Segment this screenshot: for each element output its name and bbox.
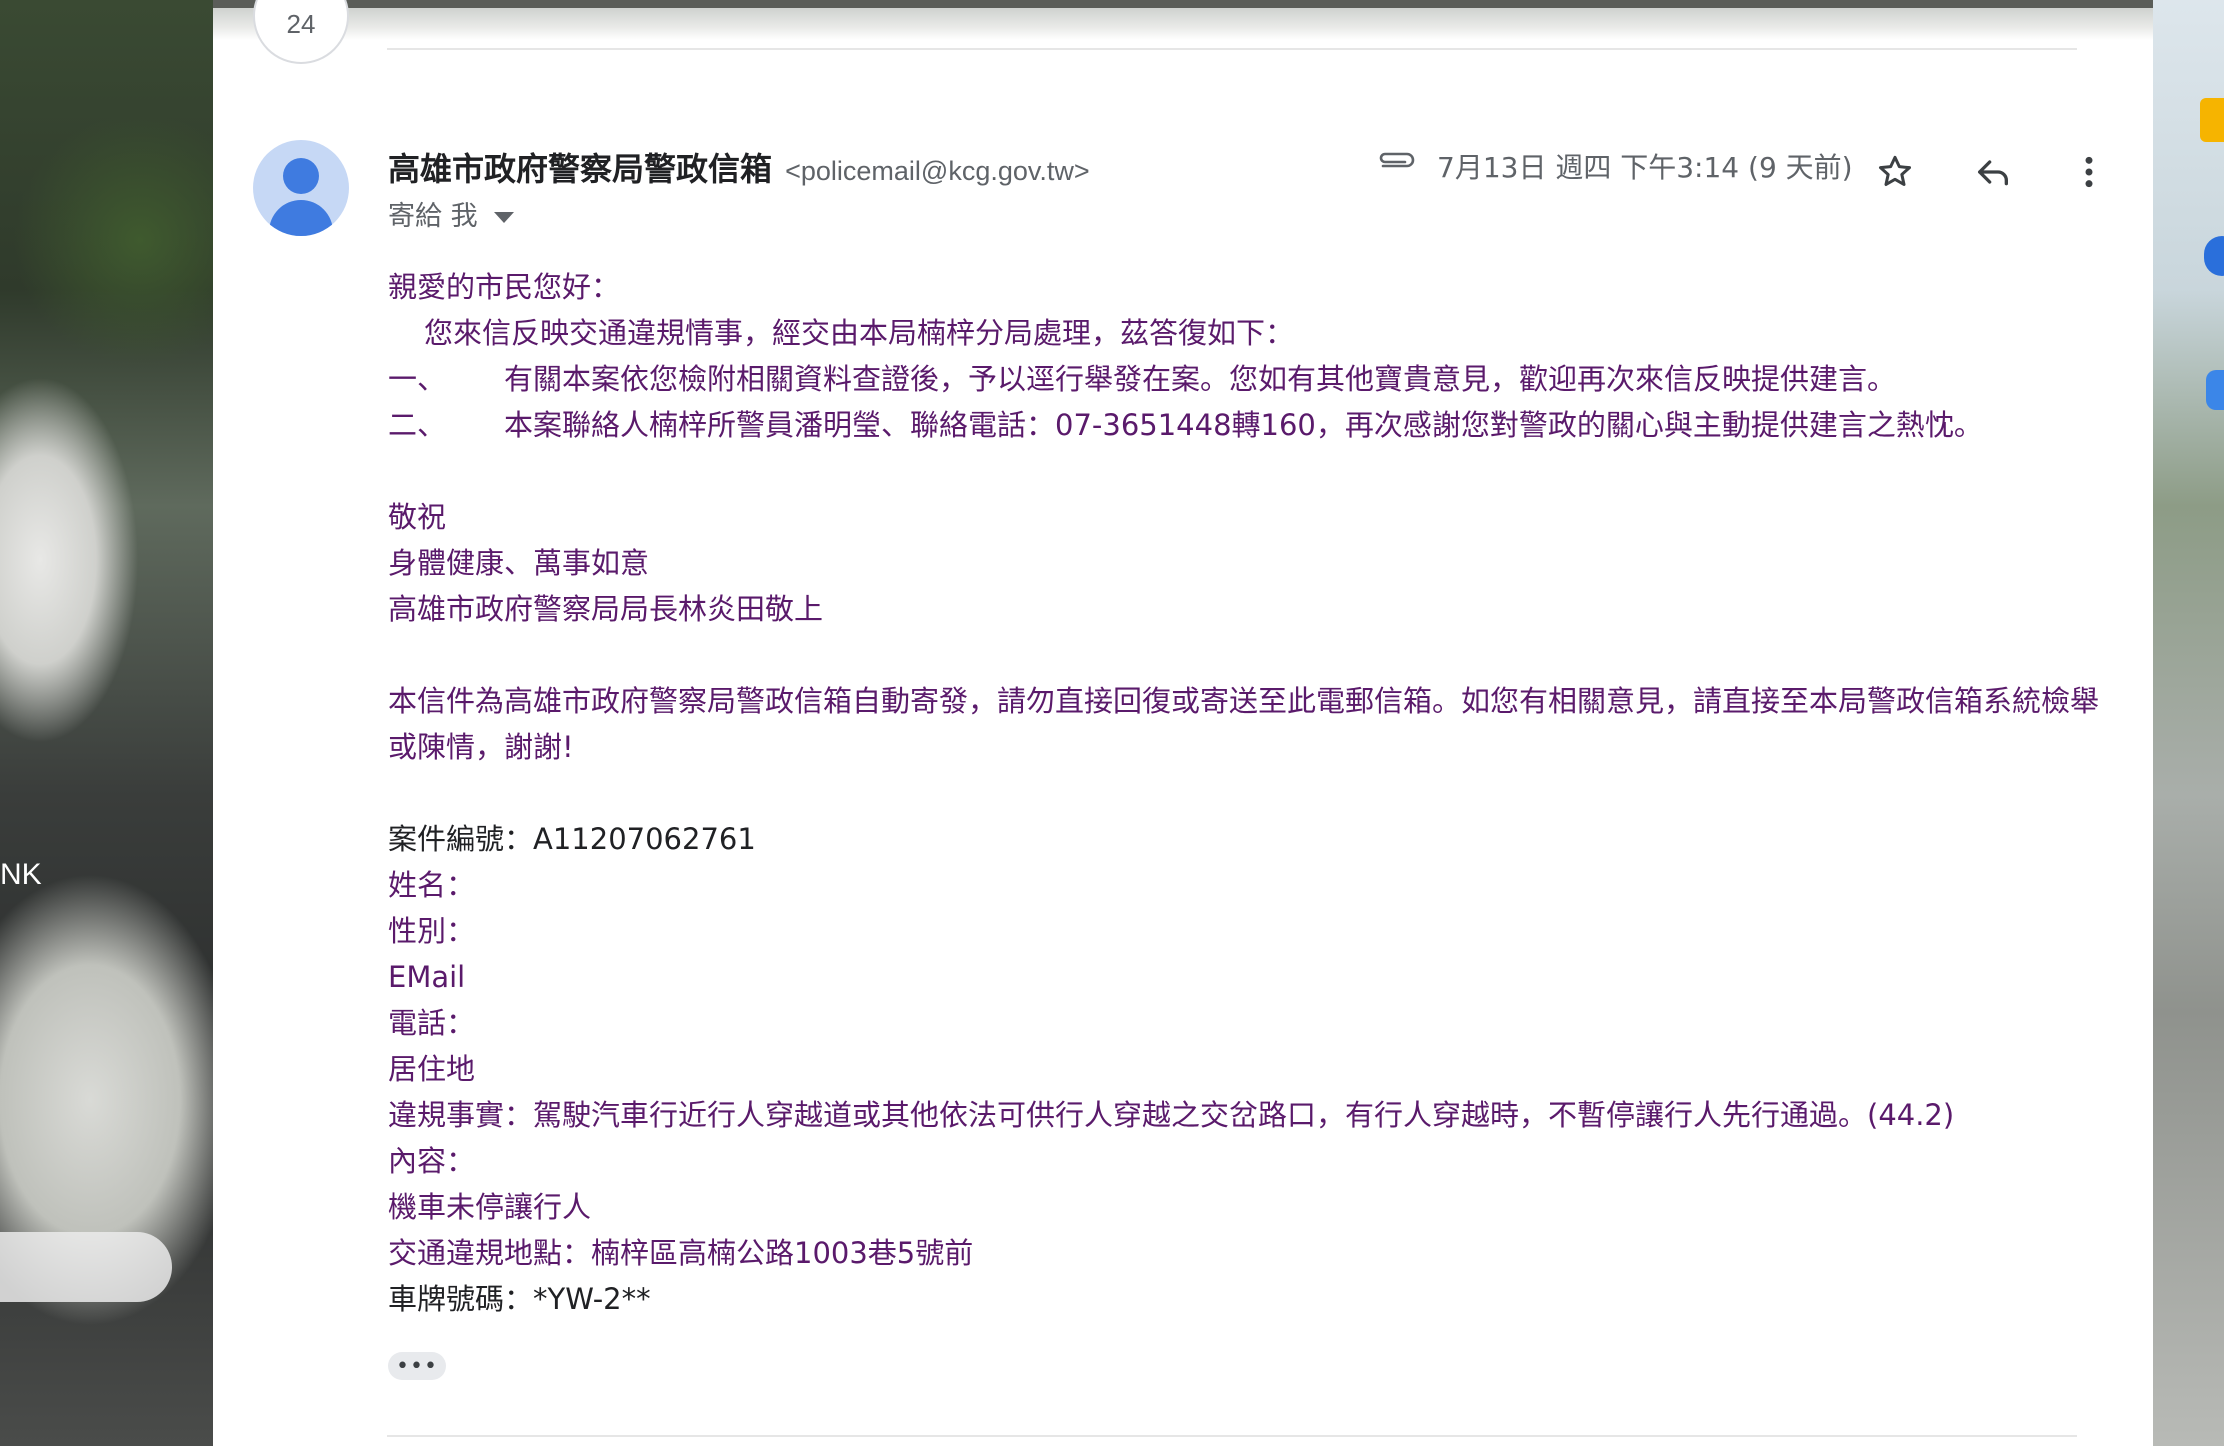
more-options-button[interactable] — [2059, 142, 2119, 202]
field-email: EMail — [388, 960, 466, 994]
side-app-icon-contacts[interactable] — [2206, 370, 2224, 410]
avatar-head — [283, 158, 319, 194]
field-name: 姓名： — [388, 868, 476, 902]
item-number: 一、 — [388, 362, 447, 396]
header-strip — [213, 8, 2153, 40]
field-location: 交通違規地點：楠梓區高楠公路1003巷5號前 — [388, 1236, 974, 1270]
auto-notice: 本信件為高雄市政府警察局警政信箱自動寄發，請勿直接回復或寄送至此電郵信箱。如您有… — [388, 684, 2100, 764]
show-trimmed-content-button[interactable]: ••• — [388, 1352, 446, 1380]
intro: 您來信反映交通違規情事，經交由本局楠梓分局處理，茲答復如下： — [424, 316, 1295, 350]
reply-item-2: 二、 本案聯絡人楠梓所警員潘明瑩、聯絡電話：07-3651448轉160，再次感謝… — [388, 402, 2108, 448]
chevron-down-icon[interactable] — [493, 212, 514, 223]
star-button[interactable] — [1865, 142, 1925, 202]
attachment-icon — [1375, 150, 1417, 176]
reply-icon — [1978, 160, 2008, 186]
background-photo-top — [213, 0, 2153, 8]
signature: 高雄市政府警察局局長林炎田敬上 — [388, 592, 824, 626]
more-vert-icon — [2085, 156, 2093, 188]
field-plate: 車牌號碼：*YW-2** — [388, 1282, 651, 1316]
side-app-icon-yellow[interactable] — [2200, 98, 2224, 142]
avatar-body — [269, 200, 333, 236]
email-date: 7月13日 週四 下午3:14 (9 天前) — [1437, 151, 1853, 184]
background-text: NK — [0, 858, 42, 891]
closing-line-1: 敬祝 — [388, 500, 447, 534]
star-icon — [1879, 155, 1911, 186]
closing-line-2: 身體健康、萬事如意 — [388, 546, 650, 580]
background-pill — [0, 1232, 172, 1302]
divider — [387, 1435, 2077, 1437]
message-count-badge[interactable]: 24 — [253, 0, 349, 64]
recipient-label: 寄給 我 — [388, 201, 478, 232]
field-gender: 性別： — [388, 914, 476, 948]
sender-line: 高雄市政府警察局警政信箱 <policemail@kcg.gov.tw> — [388, 144, 1090, 190]
field-content: 機車未停讓行人 — [388, 1190, 592, 1224]
field-phone: 電話： — [388, 1006, 476, 1040]
divider — [387, 48, 2077, 50]
item-number: 二、 — [388, 408, 447, 442]
reply-button[interactable] — [1963, 142, 2023, 202]
item-text: 有關本案依您檢附相關資料查證後，予以逕行舉發在案。您如有其他寶貴意見，歡迎再次來… — [504, 362, 1897, 396]
field-violation: 違規事實：駕駛汽車行近行人穿越道或其他依法可供行人穿越之交岔路口，有行人穿越時，… — [388, 1098, 1955, 1132]
sender-name[interactable]: 高雄市政府警察局警政信箱 — [388, 150, 772, 188]
background-photo-left — [0, 0, 213, 1446]
message-count: 24 — [286, 9, 316, 39]
background-photo-right — [2153, 0, 2224, 1446]
item-text: 本案聯絡人楠梓所警員潘明瑩、聯絡電話：07-3651448轉160，再次感謝您對… — [504, 408, 1983, 442]
sender-email: <policemail@kcg.gov.tw> — [785, 156, 1090, 186]
email-body: 親愛的市民您好： 您來信反映交通違規情事，經交由本局楠梓分局處理，茲答復如下： … — [388, 264, 2108, 1322]
sender-avatar[interactable] — [253, 140, 349, 236]
case-number: 案件編號：A11207062761 — [388, 822, 756, 856]
field-content-label: 內容： — [388, 1144, 476, 1178]
recipient-details-toggle[interactable]: 寄給 我 — [388, 194, 514, 233]
reply-item-1: 一、 有關本案依您檢附相關資料查證後，予以逕行舉發在案。您如有其他寶貴意見，歡迎再… — [388, 356, 2108, 402]
field-address: 居住地 — [388, 1052, 476, 1086]
email-message-panel: 24 高雄市政府警察局警政信箱 <policemail@kcg.gov.tw> … — [213, 0, 2153, 1446]
greeting: 親愛的市民您好： — [388, 270, 621, 304]
